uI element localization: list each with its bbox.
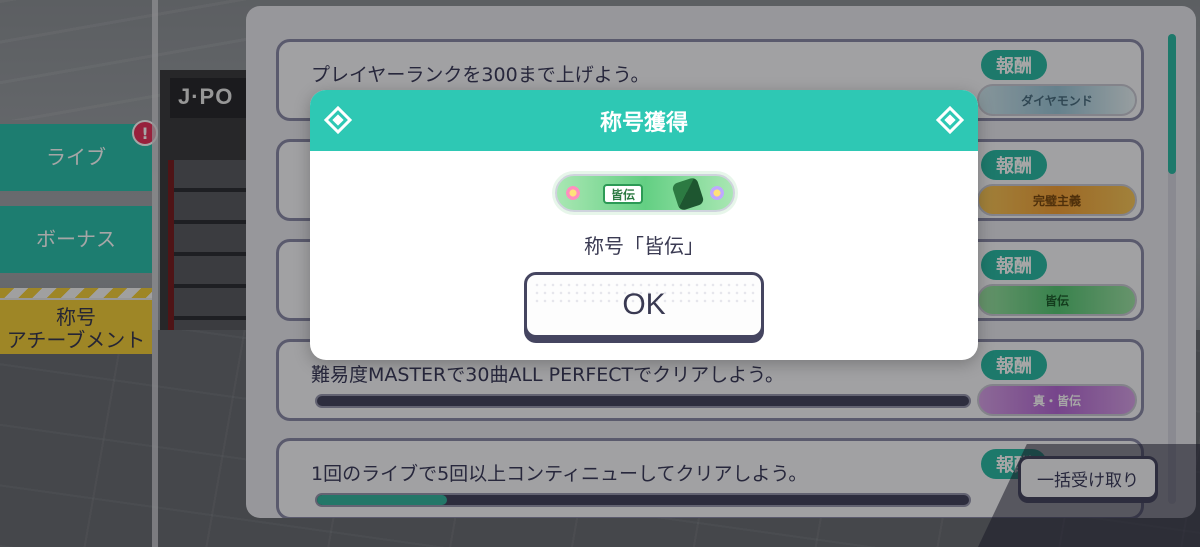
diamond-icon [323,105,353,135]
glowstick-icon [671,176,705,212]
flower-icon [565,185,581,201]
title-acquired-dialog: 称号獲得 皆伝 称号「皆伝」 OK [310,90,978,360]
ok-label: OK [622,288,666,321]
title-plate-image: 皆伝 [555,174,735,212]
diamond-icon [935,105,965,135]
dialog-message: 称号「皆伝」 [584,234,704,258]
dialog-header: 称号獲得 [310,90,978,151]
dialog-title: 称号獲得 [599,110,688,136]
ok-button[interactable]: OK [524,272,764,338]
flower-icon [709,185,725,201]
title-plate-badge: 皆伝 [603,184,643,204]
